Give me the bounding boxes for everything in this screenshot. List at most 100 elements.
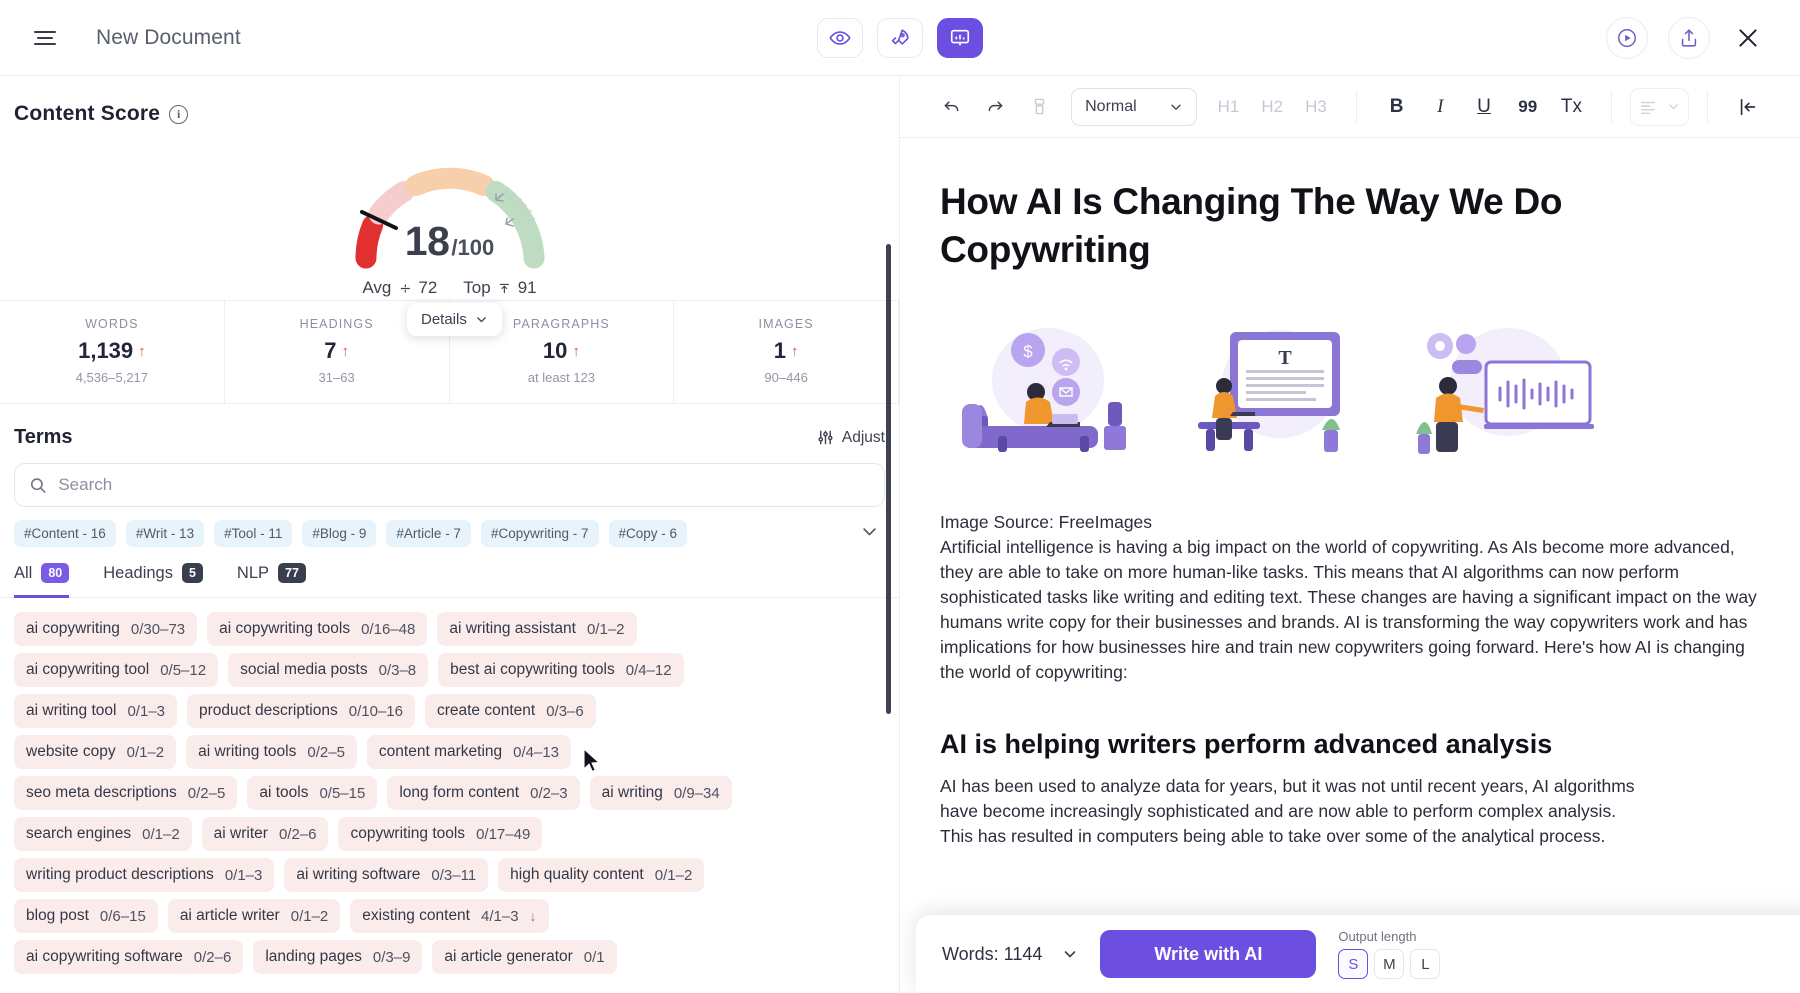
term-chip[interactable]: ai tools 0/5–15 [247,776,378,810]
left-panel-scrollbar[interactable] [886,244,891,714]
term-chip[interactable]: ai article writer 0/1–2 [167,899,341,933]
term-label: social media posts [240,661,368,678]
document-paragraph-2-line3[interactable]: This has resulted in computers being abl… [940,824,1760,849]
term-chip[interactable]: copywriting tools 0/17–49 [338,817,543,851]
term-chip[interactable]: content marketing 0/4–13 [366,735,572,769]
hashtag-chip[interactable]: #Tool - 11 [214,520,293,547]
share-upload-icon-button[interactable] [1668,16,1710,59]
h1-button[interactable]: H1 [1207,97,1251,117]
content-score-gauge-area: 18 /100 Avg 72 Top 91 [0,130,899,300]
term-chip[interactable]: existing content 4/1–3 ↓ [350,899,549,933]
trend-up-icon: ↑ [138,342,146,360]
hashtag-chip[interactable]: #Copy - 6 [608,520,688,547]
term-count: 0/5–15 [319,784,366,802]
close-icon-button[interactable] [1730,20,1766,56]
term-chip[interactable]: landing pages 0/3–9 [253,940,423,974]
length-option-m[interactable]: M [1374,949,1405,979]
chevron-down-icon [1065,951,1076,958]
document-editor[interactable]: How AI Is Changing The Way We Do Copywri… [900,138,1800,993]
term-count: 0/3–11 [431,866,477,884]
term-chip[interactable]: ai article generator 0/1 [432,940,617,974]
term-chip[interactable]: ai copywriting tools 0/16–48 [207,612,428,646]
underline-button[interactable]: U [1462,96,1506,118]
length-option-s[interactable]: S [1338,949,1369,979]
details-dropdown-button[interactable]: Details [407,303,502,336]
term-chip[interactable]: blog post 0/6–15 [14,899,158,933]
clear-text-format-button[interactable]: Tx [1550,96,1594,118]
term-row: blog post 0/6–15 ai article writer 0/1–2 exi… [14,899,885,933]
term-label: best ai copywriting tools [450,661,615,678]
tab-nlp[interactable]: NLP 77 [237,563,306,598]
terms-search-box[interactable] [14,463,885,507]
output-length-options: S M L [1338,949,1441,979]
term-chip[interactable]: ai copywriting software 0/2–6 [14,940,244,974]
term-chip[interactable]: long form content 0/2–3 [387,776,580,810]
term-label: ai writer [213,825,268,842]
search-input[interactable] [58,475,870,495]
document-paragraph-1[interactable]: Artificial intelligence is having a big … [940,535,1760,685]
right-panel: Normal H1 H2 H3 B I U 99 Tx How AI Is Ch… [900,76,1800,993]
play-circle-icon-button[interactable] [1606,16,1648,59]
document-title[interactable]: New Document [96,26,241,50]
term-chip[interactable]: website copy 0/1–2 [14,735,177,769]
h2-button[interactable]: H2 [1250,97,1294,117]
term-chip[interactable]: ai writing tool 0/1–3 [14,694,178,728]
write-with-ai-button[interactable]: Write with AI [1100,930,1317,978]
hashtag-chip[interactable]: #Copywriting - 7 [480,520,599,547]
term-chip[interactable]: ai writing assistant 0/1–2 [437,612,637,646]
h3-button[interactable]: H3 [1294,97,1338,117]
document-paragraph-2-line2[interactable]: have become increasingly sophisticated a… [940,799,1760,824]
term-count: 0/3–8 [378,661,417,679]
preview-eye-icon-button[interactable] [817,17,863,58]
length-option-l[interactable]: L [1410,949,1441,979]
term-chip[interactable]: create content 0/3–6 [424,694,596,728]
words-count-select[interactable]: Words: 1144 [942,944,1078,965]
term-chip[interactable]: ai writing 0/9–34 [589,776,732,810]
text-style-select[interactable]: Normal [1071,87,1197,126]
term-chip[interactable]: ai writer 0/2–6 [201,817,329,851]
term-chip[interactable]: seo meta descriptions 0/2–5 [14,776,238,810]
hashtag-chip[interactable]: #Content - 16 [14,520,116,547]
stat-words: WORDS 1,139 ↑ 4,536–5,217 [0,301,225,403]
term-label: ai copywriting tool [26,661,150,678]
term-chip[interactable]: best ai copywriting tools 0/4–12 [438,653,684,687]
term-chip[interactable]: ai copywriting tool 0/5–12 [14,653,219,687]
adjust-button[interactable]: Adjust [817,429,885,447]
term-chip[interactable]: product descriptions 0/10–16 [187,694,415,728]
document-heading[interactable]: How AI Is Changing The Way We Do Copywri… [940,178,1700,274]
redo-icon-button[interactable] [974,87,1018,127]
hashtag-chip[interactable]: #Writ - 13 [125,520,205,547]
term-count: 0/2–5 [187,784,226,802]
align-select[interactable] [1630,87,1690,126]
presentation-icon-button[interactable] [937,17,983,58]
term-count: 0/1–3 [127,702,166,720]
term-chip[interactable]: ai copywriting 0/30–73 [14,612,198,646]
collapse-panel-icon-button[interactable] [1726,87,1770,127]
hashtag-chip[interactable]: #Blog - 9 [302,520,377,547]
undo-icon-button[interactable] [930,87,974,127]
tab-all[interactable]: All 80 [14,563,70,598]
expand-hashtags-button[interactable] [860,522,885,546]
document-subheading[interactable]: AI is helping writers perform advanced a… [940,729,1760,760]
italic-button[interactable]: I [1418,96,1462,118]
blockquote-button[interactable]: 99 [1506,97,1550,117]
term-chip[interactable]: search engines 0/1–2 [14,817,192,851]
document-paragraph-2-line1[interactable]: AI has been used to analyze data for yea… [940,774,1760,799]
term-chip[interactable]: writing product descriptions 0/1–3 [14,858,275,892]
app-root: New Document Content Score i 18 /100 Avg… [0,0,1800,993]
avg-value: 72 [418,278,438,297]
term-chip[interactable]: ai writing software 0/3–11 [284,858,489,892]
term-chip[interactable]: ai writing tools 0/2–5 [186,735,357,769]
hashtag-filter-row: #Content - 16 #Writ - 13 #Tool - 11 #Blo… [0,507,899,547]
term-chip[interactable]: high quality content 0/1–2 [498,858,705,892]
clear-format-icon-button[interactable] [1017,87,1061,127]
tab-label: NLP [236,563,270,582]
hashtag-chip[interactable]: #Article - 7 [386,520,471,547]
tab-headings[interactable]: Headings 5 [103,563,203,598]
term-chip[interactable]: social media posts 0/3–8 [228,653,429,687]
stat-range: 31–63 [318,370,355,385]
hamburger-icon[interactable] [34,25,60,51]
rocket-icon-button[interactable] [877,17,923,58]
info-icon[interactable]: i [169,104,189,124]
bold-button[interactable]: B [1375,96,1419,118]
